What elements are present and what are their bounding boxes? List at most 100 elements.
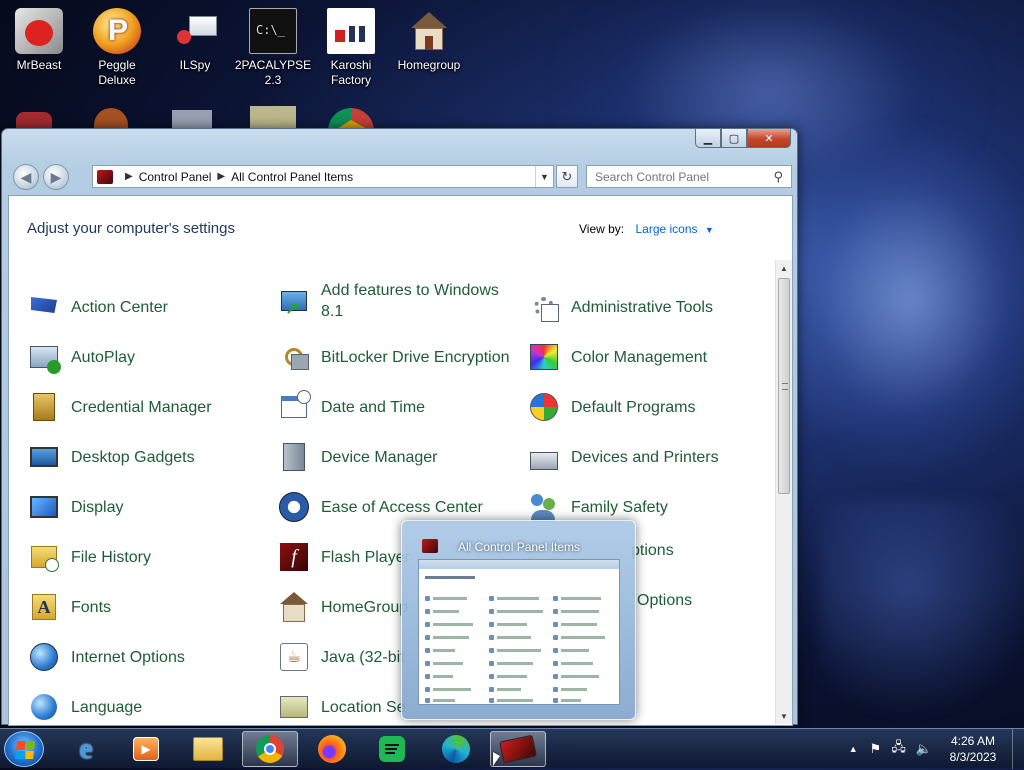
show-desktop-button[interactable]	[1012, 729, 1024, 769]
cp-item-internet-options[interactable]: Internet Options	[27, 640, 267, 674]
cp-item-credential-manager[interactable]: Credential Manager	[27, 390, 267, 424]
taskbar-spotify[interactable]	[364, 731, 420, 767]
close-button[interactable]: ✕	[747, 129, 791, 148]
media-player-icon: ▶	[133, 737, 159, 761]
cp-item-autoplay[interactable]: AutoPlay	[27, 340, 267, 374]
forward-button[interactable]: ▶	[43, 164, 69, 190]
cp-item-date-and-time[interactable]: Date and Time	[277, 390, 517, 424]
cp-item-language[interactable]: Language	[27, 690, 267, 724]
chevron-right-icon[interactable]: ▶	[125, 171, 133, 182]
action-center-flag-icon[interactable]: ⚑	[870, 741, 882, 757]
cp-item-devices-and-printers[interactable]: Devices and Printers	[527, 440, 767, 474]
device-manager-icon	[277, 440, 311, 474]
desktop-gadgets-icon	[27, 440, 61, 474]
cp-item-default-programs[interactable]: Default Programs	[527, 390, 767, 424]
cp-item-administrative-tools[interactable]: Administrative Tools	[527, 290, 767, 324]
chrome-icon	[256, 735, 284, 763]
default-programs-icon	[527, 390, 561, 424]
start-button[interactable]	[4, 731, 44, 767]
homegroup-icon	[405, 8, 453, 54]
display-icon	[27, 490, 61, 524]
control-panel-window: ▁ ▢ ✕ ◀ ▶ ▶ Control Panel ▶ All Control …	[1, 128, 798, 726]
cp-item-color-management[interactable]: Color Management	[527, 340, 767, 374]
taskbar-thumbnail-preview[interactable]: All Control Panel Items	[401, 520, 636, 720]
search-input[interactable]	[595, 169, 765, 184]
spotify-icon	[379, 736, 405, 762]
view-by-dropdown[interactable]: Large icons	[635, 222, 697, 236]
control-panel-icon	[97, 169, 113, 184]
chevron-down-icon[interactable]: ▼	[705, 225, 714, 235]
desktop-icon-2pacalypse[interactable]: C:\_ 2PACALYPSE 2.3	[234, 8, 312, 88]
clock[interactable]: 4:26 AM 8/3/2023	[938, 733, 1008, 765]
address-bar[interactable]: ▶ Control Panel ▶ All Control Panel Item…	[92, 165, 554, 188]
cp-item-device-manager[interactable]: Device Manager	[277, 440, 517, 474]
taskbar-chrome[interactable]	[242, 731, 298, 767]
cp-item-indexing-options-partial[interactable]: Options	[637, 590, 757, 611]
maximize-button[interactable]: ▢	[721, 129, 747, 148]
cp-item-action-center[interactable]: Action Center	[27, 290, 267, 324]
view-by-label: View by:	[579, 222, 625, 236]
karoshi-factory-icon	[327, 8, 375, 54]
taskbar-firefox[interactable]	[304, 731, 360, 767]
language-icon	[27, 690, 61, 724]
taskbar-internet-explorer[interactable]: e	[58, 731, 114, 767]
scroll-thumb[interactable]	[778, 278, 790, 494]
credential-manager-icon	[27, 390, 61, 424]
taskbar-media-player[interactable]: ▶	[118, 731, 174, 767]
vertical-scrollbar[interactable]: ▲ ▼	[775, 260, 792, 724]
ilspy-icon	[171, 8, 219, 54]
color-management-icon	[527, 340, 561, 374]
thumbnail-title: All Control Panel Items	[458, 540, 581, 554]
desktop-icon-peggle-deluxe[interactable]: P Peggle Deluxe	[78, 8, 156, 88]
scroll-down-arrow[interactable]: ▼	[776, 708, 792, 724]
chevron-up-icon[interactable]: ▲	[849, 744, 858, 754]
desktop-icon-karoshi-factory[interactable]: Karoshi Factory	[312, 8, 390, 88]
flash-player-icon: f	[277, 540, 311, 574]
chevron-down-icon[interactable]: ▼	[535, 166, 553, 187]
network-icon[interactable]: 🖧	[891, 738, 906, 760]
view-by-control: View by: Large icons ▼	[579, 222, 714, 236]
cp-item-family-safety[interactable]: Family Safety	[527, 490, 767, 524]
fonts-icon: A	[27, 590, 61, 624]
calendar-clock-icon	[277, 390, 311, 424]
cp-item-file-history[interactable]: File History	[27, 540, 267, 574]
search-icon[interactable]: ⚲	[773, 169, 783, 185]
desktop-icon-homegroup[interactable]: Homegroup	[390, 8, 468, 73]
internet-options-icon	[27, 640, 61, 674]
control-panel-icon	[499, 734, 537, 764]
scroll-up-arrow[interactable]: ▲	[776, 260, 792, 276]
cp-item-folder-options-partial[interactable]: ptions	[631, 540, 751, 561]
back-button[interactable]: ◀	[13, 164, 39, 190]
firefox-icon	[318, 735, 346, 763]
chevron-right-icon[interactable]: ▶	[217, 171, 225, 182]
ease-of-access-icon	[277, 490, 311, 524]
bitlocker-icon	[277, 340, 311, 374]
minimize-button[interactable]: ▁	[695, 129, 721, 148]
window-controls: ▁ ▢ ✕	[695, 129, 791, 148]
family-safety-icon	[527, 490, 561, 524]
desktop-icon-ilspy[interactable]: ILSpy	[156, 8, 234, 73]
cp-item-desktop-gadgets[interactable]: Desktop Gadgets	[27, 440, 267, 474]
printer-icon	[527, 440, 561, 474]
admin-tools-icon	[527, 290, 561, 324]
peggle-icon: P	[93, 8, 141, 54]
cp-item-bitlocker[interactable]: BitLocker Drive Encryption	[277, 340, 517, 374]
search-box[interactable]: ⚲	[586, 165, 792, 188]
volume-icon[interactable]: 🔈	[916, 741, 932, 757]
cp-item-ease-of-access[interactable]: Ease of Access Center	[277, 490, 517, 524]
file-history-icon	[27, 540, 61, 574]
add-features-icon: ➚	[277, 284, 311, 318]
cp-item-display[interactable]: Display	[27, 490, 267, 524]
wallpaper-nebula	[820, 500, 1024, 720]
desktop-icon-mrbeast[interactable]: MrBeast	[0, 8, 78, 73]
refresh-button[interactable]: ↻	[556, 165, 578, 188]
thumbnail-image[interactable]	[418, 559, 620, 705]
breadcrumb-control-panel[interactable]: Control Panel	[139, 170, 212, 184]
cp-item-fonts[interactable]: A Fonts	[27, 590, 267, 624]
taskbar-edge[interactable]	[428, 731, 484, 767]
breadcrumb-all-items[interactable]: All Control Panel Items	[231, 170, 353, 184]
location-settings-icon	[277, 690, 311, 724]
cp-item-add-features[interactable]: ➚ Add features to Windows 8.1	[277, 280, 517, 322]
taskbar-file-explorer[interactable]	[180, 731, 236, 767]
flag-icon	[27, 290, 61, 324]
